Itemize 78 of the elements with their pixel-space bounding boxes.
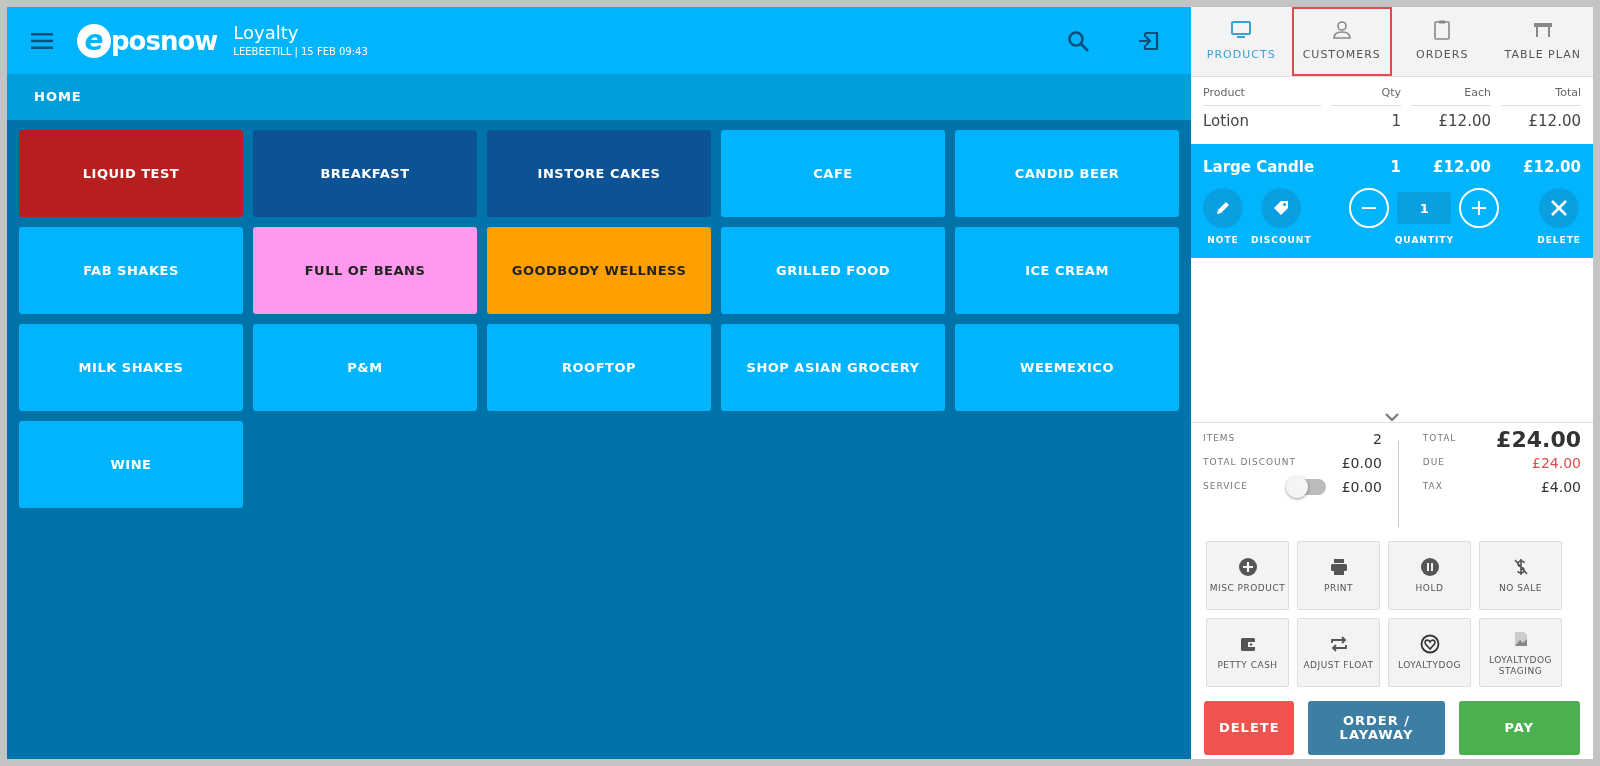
person-icon	[1330, 19, 1353, 42]
category-tile[interactable]: ICE CREAM	[955, 227, 1179, 314]
category-tile[interactable]: P&M	[253, 324, 477, 411]
plus-button[interactable]	[1459, 188, 1500, 228]
summary-label: TAX	[1422, 480, 1443, 494]
action-button[interactable]: ORDER / LAYAWAY	[1308, 701, 1445, 755]
quantity-field[interactable]: 1	[1397, 192, 1452, 224]
total-amount: £24.00	[1496, 425, 1581, 454]
function-button[interactable]: ADJUST FLOAT	[1297, 618, 1380, 687]
function-button[interactable]: MISC PRODUCT	[1206, 541, 1289, 610]
category-tile[interactable]: LIQUID TEST	[19, 130, 243, 217]
discount-amount: £0.00	[1341, 453, 1382, 473]
column-header: Each	[1411, 85, 1491, 106]
summary-label: TOTAL DISCOUNT	[1203, 456, 1296, 470]
function-button[interactable]: LOYALTYDOG	[1388, 618, 1471, 687]
service-amount: £0.00	[1341, 477, 1382, 497]
action-button[interactable]: DELETE	[1204, 701, 1295, 755]
nav-tab[interactable]: CUSTOMERS	[1291, 7, 1392, 76]
category-tile[interactable]: ROOFTOP	[487, 324, 711, 411]
category-tile[interactable]: INSTORE CAKES	[487, 130, 711, 217]
category-tile[interactable]: WINE	[19, 421, 243, 508]
summary-label: DUE	[1422, 456, 1445, 470]
action-label: NOTE	[1207, 234, 1239, 247]
function-button[interactable]: PRINT	[1297, 541, 1380, 610]
action-button[interactable]: PAY	[1458, 701, 1580, 755]
plus-circle-icon	[1237, 557, 1258, 578]
function-button[interactable]: PETTY CASH	[1206, 618, 1289, 687]
close-icon	[1550, 199, 1569, 217]
category-tile[interactable]: FAB SHAKES	[19, 227, 243, 314]
due-amount: £24.00	[1532, 453, 1581, 473]
action-label: DISCOUNT	[1251, 234, 1312, 247]
function-button[interactable]: LOYALTYDOG STAGING	[1479, 618, 1562, 687]
category-tile[interactable]: CAFE	[721, 130, 945, 217]
heart-ring-icon	[1419, 634, 1440, 655]
minus-button[interactable]	[1349, 188, 1390, 228]
plus-icon	[1472, 201, 1487, 215]
category-tile[interactable]: SHOP ASIAN GROCERY	[721, 324, 945, 411]
category-tile[interactable]: BREAKFAST	[253, 130, 477, 217]
category-tile[interactable]: MILK SHAKES	[19, 324, 243, 411]
logout-icon[interactable]	[1137, 29, 1159, 52]
function-button[interactable]: HOLD	[1388, 541, 1471, 610]
summary-label: SERVICE	[1203, 480, 1248, 494]
logo-text: posnow	[111, 27, 218, 54]
items-count: 2	[1372, 429, 1382, 449]
column-header: Qty	[1331, 85, 1401, 106]
category-tile[interactable]: GRILLED FOOD	[721, 227, 945, 314]
summary-label: TOTAL	[1422, 432, 1457, 446]
discount-button[interactable]	[1261, 188, 1302, 228]
search-icon[interactable]	[1067, 29, 1089, 52]
category-tile[interactable]: CANDID BEER	[955, 130, 1179, 217]
service-toggle[interactable]	[1287, 479, 1326, 495]
minus-icon	[1362, 207, 1377, 209]
printer-icon	[1328, 557, 1349, 578]
tax-amount: £4.00	[1540, 477, 1581, 497]
order-line[interactable]: Lotion 1 £12.00 £12.00	[1191, 105, 1593, 144]
function-button[interactable]: NO SALE	[1479, 541, 1562, 610]
app-title: Loyalty	[233, 22, 300, 44]
column-header: Total	[1501, 85, 1581, 106]
summary-label: ITEMS	[1203, 432, 1236, 446]
nav-tab[interactable]: PRODUCTS	[1191, 7, 1292, 76]
menu-icon[interactable]	[31, 32, 53, 49]
delete-line-button[interactable]	[1539, 188, 1580, 228]
till-info: LEEBEETILL | 15 FEB 09:43	[233, 44, 368, 59]
pause-icon	[1419, 557, 1440, 578]
action-label: DELETE	[1537, 234, 1581, 247]
column-header: Product	[1203, 85, 1321, 106]
category-tile[interactable]: WEEMEXICO	[955, 324, 1179, 411]
quantity-label: QUANTITY	[1394, 234, 1455, 247]
logo-mark: e	[77, 23, 111, 58]
pencil-icon	[1215, 200, 1231, 216]
nav-tab[interactable]: ORDERS	[1392, 7, 1493, 76]
chevron-down-icon[interactable]	[1385, 413, 1399, 422]
note-button[interactable]	[1203, 188, 1243, 228]
nav-tab[interactable]: TABLE PLAN	[1492, 7, 1593, 76]
breadcrumb-home[interactable]: HOME	[34, 87, 82, 107]
category-tile[interactable]: FULL OF BEANS	[253, 227, 477, 314]
tag-icon	[1272, 199, 1291, 217]
category-tile[interactable]: GOODBODY WELLNESS	[487, 227, 711, 314]
